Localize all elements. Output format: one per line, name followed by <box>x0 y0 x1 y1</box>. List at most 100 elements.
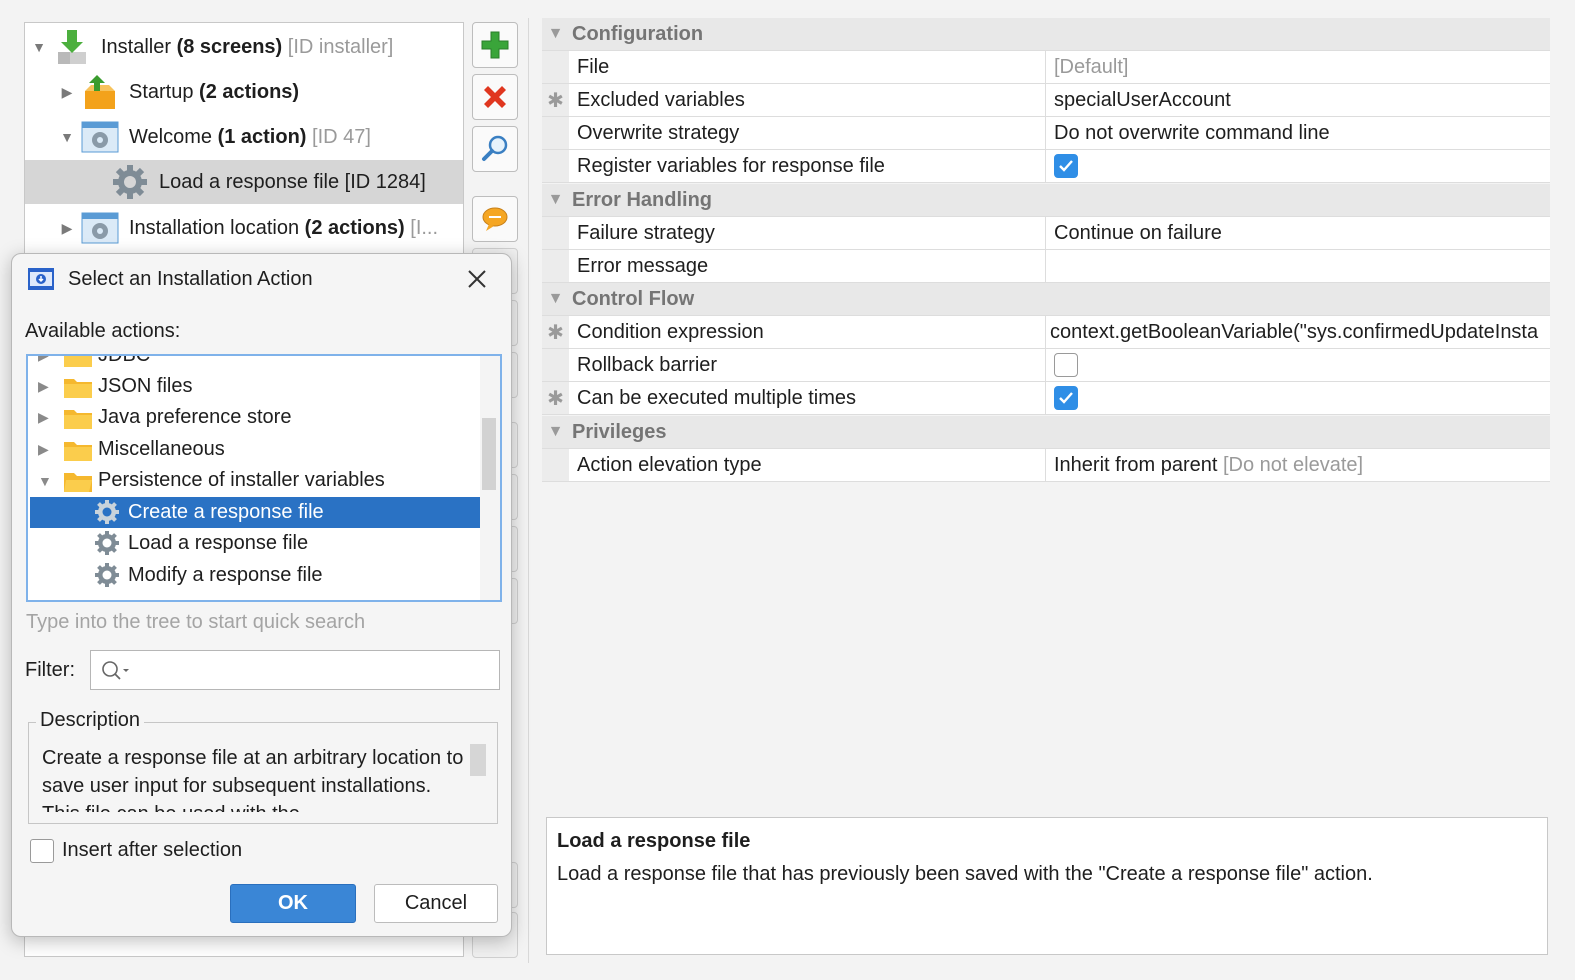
property-value[interactable]: [Default] <box>1046 51 1550 83</box>
installer-window-icon <box>28 268 54 290</box>
delete-button[interactable] <box>472 74 518 120</box>
multiple-times-checkbox[interactable] <box>1054 386 1078 410</box>
property-name: Excluded variables <box>569 84 1046 116</box>
tree-item-jdbc[interactable]: ▶ JDBC <box>30 356 480 371</box>
tree-item-create-response-file[interactable]: Create a response file <box>30 497 480 528</box>
category-control-flow[interactable]: ▼ Control Flow <box>542 283 1550 316</box>
plus-icon <box>481 31 509 59</box>
tree-item-modify-response-file[interactable]: Modify a response file <box>30 560 480 591</box>
property-condition-expression[interactable]: ✱ Condition expression context.getBoolea… <box>542 316 1550 349</box>
collapsed-arrow-icon[interactable]: ▶ <box>38 356 49 364</box>
property-failure-strategy[interactable]: Failure strategy Continue on failure <box>542 217 1550 250</box>
property-register-variables[interactable]: Register variables for response file <box>542 150 1550 183</box>
category-error-handling[interactable]: ▼ Error Handling <box>542 184 1550 217</box>
register-variables-checkbox[interactable] <box>1054 154 1078 178</box>
folder-icon <box>64 442 92 461</box>
property-value[interactable]: Continue on failure <box>1046 217 1550 249</box>
expand-arrow-icon[interactable]: ▼ <box>38 473 52 489</box>
property-value[interactable] <box>1046 250 1550 282</box>
tree-count: (2 actions) <box>199 80 300 103</box>
category-title: Privileges <box>572 420 667 443</box>
delete-icon <box>484 86 506 108</box>
folder-icon <box>64 410 92 429</box>
category-configuration[interactable]: ▼ Configuration <box>542 18 1550 51</box>
collapse-arrow-icon[interactable]: ▼ <box>542 283 569 315</box>
tree-item-persistence[interactable]: ▼ Persistence of installer variables <box>30 465 480 496</box>
insert-after-label[interactable]: Insert after selection <box>62 839 242 862</box>
property-value[interactable]: Inherit from parent [Do not elevate] <box>1046 449 1550 481</box>
description-scrollbar[interactable] <box>470 744 486 776</box>
gear-icon <box>111 163 149 201</box>
comment-button[interactable] <box>472 196 518 242</box>
cancel-button[interactable]: Cancel <box>374 884 498 923</box>
scrollbar-thumb[interactable] <box>482 418 496 490</box>
search-button[interactable] <box>472 126 518 172</box>
folder-open-icon <box>64 473 92 492</box>
collapse-arrow-icon[interactable]: ▼ <box>542 184 569 216</box>
tree-item-java-preference-store[interactable]: ▶ Java preference store <box>30 402 480 433</box>
add-button[interactable] <box>472 22 518 68</box>
panel-divider[interactable] <box>528 18 529 963</box>
tree-node-welcome[interactable]: ▼ Welcome (1 action) [ID 47] <box>25 115 463 159</box>
collapsed-arrow-icon[interactable]: ▶ <box>59 220 75 236</box>
property-file[interactable]: File [Default] <box>542 51 1550 84</box>
property-executed-multiple-times[interactable]: ✱ Can be executed multiple times <box>542 382 1550 415</box>
filter-label: Filter: <box>25 659 75 681</box>
tree-item-miscellaneous[interactable]: ▶ Miscellaneous <box>30 434 480 465</box>
property-overwrite-strategy[interactable]: Overwrite strategy Do not overwrite comm… <box>542 117 1550 150</box>
tree-node-startup[interactable]: ▶ Startup (2 actions) <box>25 70 463 114</box>
property-action-elevation-type[interactable]: Action elevation type Inherit from paren… <box>542 449 1550 482</box>
elevation-default-hint: [Do not elevate] <box>1222 453 1364 476</box>
gear-icon <box>95 563 119 587</box>
filter-input[interactable] <box>90 650 500 690</box>
description-text: Create a response file at an arbitrary l… <box>42 747 464 812</box>
property-excluded-variables[interactable]: ✱ Excluded variables specialUserAccount <box>542 84 1550 117</box>
property-value[interactable]: Do not overwrite command line <box>1046 117 1550 149</box>
collapse-arrow-icon[interactable]: ▼ <box>542 18 569 50</box>
collapsed-arrow-icon[interactable]: ▶ <box>38 378 49 395</box>
collapsed-arrow-icon[interactable]: ▶ <box>38 441 49 458</box>
tree-node-installation-location[interactable]: ▶ Installation location (2 actions) [I..… <box>25 206 463 250</box>
help-panel: Load a response file Load a response fil… <box>546 817 1548 955</box>
search-icon[interactable] <box>101 660 133 682</box>
screen-icon <box>81 118 119 156</box>
tree-id: [I... <box>410 216 439 239</box>
insert-after-checkbox[interactable] <box>30 839 54 863</box>
item-label: JSON files <box>98 375 193 397</box>
check-icon <box>1059 160 1073 172</box>
item-label: Miscellaneous <box>98 438 225 460</box>
property-name: Rollback barrier <box>569 349 1046 381</box>
collapsed-arrow-icon[interactable]: ▶ <box>59 84 75 100</box>
check-icon <box>1059 392 1073 404</box>
tree-count: (2 actions) <box>304 216 405 239</box>
quick-search-hint: Type into the tree to start quick search <box>26 611 366 633</box>
rollback-barrier-checkbox[interactable] <box>1054 353 1078 377</box>
close-icon <box>468 270 486 288</box>
property-rollback-barrier[interactable]: Rollback barrier <box>542 349 1550 382</box>
property-name: File <box>569 51 1046 83</box>
property-value[interactable]: specialUserAccount <box>1046 84 1550 116</box>
property-error-message[interactable]: Error message <box>542 250 1550 283</box>
tree-node-load-response-file[interactable]: Load a response file [ID 1284] <box>25 160 463 204</box>
ok-button[interactable]: OK <box>230 884 356 923</box>
tree-node-installer[interactable]: ▼ Installer (8 screens) [ID installer] <box>25 25 463 69</box>
actions-tree[interactable]: ▶ JDBC ▶ JSON files ▶ Java preference st… <box>26 354 502 602</box>
tree-item-json-files[interactable]: ▶ JSON files <box>30 371 480 402</box>
gear-icon <box>95 500 119 524</box>
property-name: Register variables for response file <box>569 150 1046 182</box>
category-privileges[interactable]: ▼ Privileges <box>542 416 1550 449</box>
property-name: Failure strategy <box>569 217 1046 249</box>
item-label: Modify a response file <box>128 564 323 586</box>
property-value[interactable]: context.getBooleanVariable("sys.confirme… <box>1046 316 1550 348</box>
expand-arrow-icon[interactable]: ▼ <box>59 129 75 145</box>
tree-label: Installation location <box>129 216 300 239</box>
magnifier-icon <box>482 135 508 161</box>
collapse-arrow-icon[interactable]: ▼ <box>542 416 569 448</box>
property-name: Action elevation type <box>569 449 1046 481</box>
tree-item-load-response-file[interactable]: Load a response file <box>30 528 480 559</box>
close-button[interactable] <box>462 264 492 294</box>
tree-count: (1 action) <box>217 125 307 148</box>
collapsed-arrow-icon[interactable]: ▶ <box>38 409 49 426</box>
expand-arrow-icon[interactable]: ▼ <box>31 39 47 55</box>
tree-label: Startup <box>129 80 194 103</box>
